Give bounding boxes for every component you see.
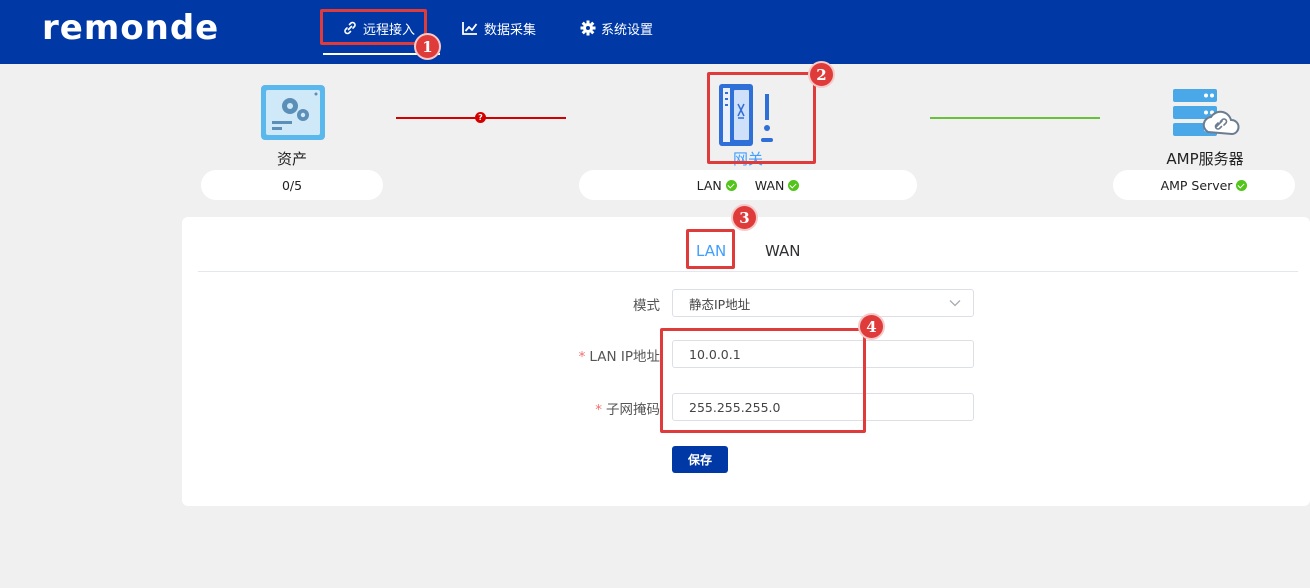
annotation-box-2 — [707, 72, 816, 164]
annotation-box-3 — [686, 229, 735, 269]
mode-select[interactable]: 静态IP地址 — [672, 289, 974, 317]
lan-ip-label: * LAN IP地址 — [540, 345, 660, 365]
tab-divider — [198, 271, 1298, 272]
assets-label: 资产 — [276, 150, 307, 168]
wan-ok-icon — [788, 179, 800, 191]
gateway-lan-label: LAN — [696, 177, 722, 193]
annotation-box-1 — [320, 9, 427, 45]
server-cloud-icon — [1173, 89, 1240, 136]
nav-system-settings-label: 系统设置 — [601, 22, 654, 38]
chart-line-icon — [462, 22, 478, 35]
chevron-down-icon — [949, 300, 961, 307]
top-nav-bar: remonde 远程接入 数据采集 系统设置 — [0, 0, 1310, 64]
nav-data-collection[interactable]: 数据采集 — [461, 18, 536, 38]
gateway-server-link — [930, 117, 1100, 119]
annotation-box-4 — [660, 328, 866, 433]
gear-icon — [580, 20, 596, 36]
server-status-text: AMP Server — [1160, 177, 1233, 193]
mode-select-value: 静态IP地址 — [689, 296, 751, 312]
assets-count-pill: 0/5 — [201, 170, 383, 200]
annotation-marker-2: 2 — [808, 61, 835, 88]
annotation-marker-4: 4 — [858, 313, 885, 340]
required-mark: * — [595, 402, 602, 418]
nav-data-collection-label: 数据采集 — [484, 22, 537, 38]
gateway-status-pill: LAN WAN — [579, 170, 917, 200]
server-label: AMP服务器 — [1166, 150, 1244, 168]
link-error-icon[interactable]: ? — [475, 112, 486, 123]
nav-system-settings[interactable]: 系统设置 — [580, 18, 653, 38]
server-status-pill: AMP Server — [1113, 170, 1295, 200]
lan-ok-icon — [725, 179, 737, 191]
tab-wan[interactable]: WAN — [765, 242, 801, 260]
gateway-wan-label: WAN — [754, 177, 785, 193]
subnet-label: * 子网掩码 — [540, 398, 660, 418]
mode-label: 模式 — [633, 298, 660, 314]
save-button[interactable]: 保存 — [672, 446, 728, 473]
assets-count: 0/5 — [281, 177, 303, 193]
subnet-label-text: 子网掩码 — [606, 402, 660, 418]
lan-ip-label-text: LAN IP地址 — [589, 349, 660, 365]
annotation-marker-3: 3 — [731, 204, 758, 231]
asset-device-icon — [261, 85, 325, 140]
required-mark: * — [578, 349, 586, 365]
annotation-marker-1: 1 — [414, 33, 441, 60]
server-ok-icon — [1236, 179, 1248, 191]
brand-logo: remonde — [42, 8, 220, 48]
